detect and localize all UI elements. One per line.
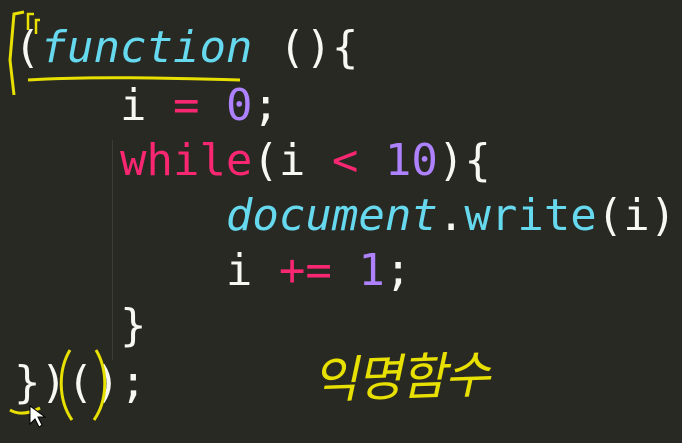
- annotation-label: 익명함수: [311, 345, 490, 411]
- annotation-paren-left: [59, 349, 74, 421]
- annotation-paren-right: [92, 349, 107, 421]
- annotation-bracket-mark: [26, 12, 40, 34]
- code-editor[interactable]: (function (){ i = 0; while(i < 10){ docu…: [0, 0, 682, 443]
- annotation-bracket-open: [8, 10, 25, 96]
- annotation-underline: [27, 76, 241, 82]
